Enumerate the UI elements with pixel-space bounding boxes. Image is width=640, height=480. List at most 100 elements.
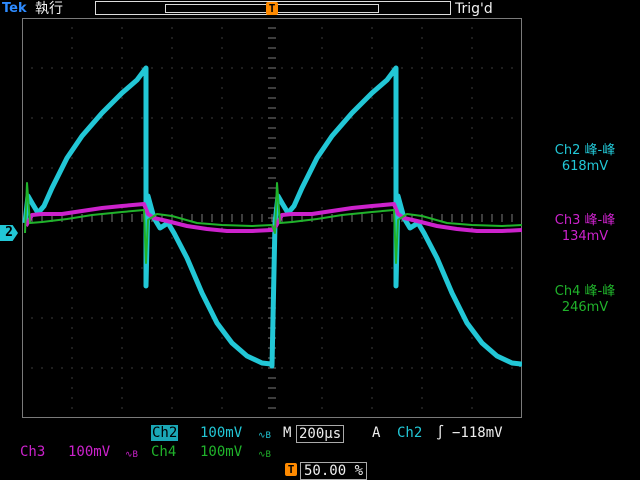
- grid-dot: [121, 227, 123, 229]
- grid-dot: [41, 267, 43, 269]
- grid-dot: [471, 337, 473, 339]
- grid-dot: [71, 207, 73, 209]
- ch4-scale[interactable]: 100mV: [200, 444, 242, 460]
- trigger-source[interactable]: Ch2: [397, 425, 422, 441]
- grid-dot: [351, 317, 353, 319]
- grid-dot: [341, 367, 343, 369]
- meas-ch2-label: 峰-峰: [584, 143, 616, 158]
- ch4-name[interactable]: Ch4: [151, 444, 176, 460]
- grid-dot: [141, 117, 143, 119]
- trigger-level[interactable]: −118mV: [452, 425, 503, 441]
- grid-dot: [421, 157, 423, 159]
- grid-dot: [441, 117, 443, 119]
- grid-dot: [421, 147, 423, 149]
- grid-dot: [41, 117, 43, 119]
- grid-dot: [171, 257, 173, 259]
- grid-dot: [401, 267, 403, 269]
- grid-dot: [41, 167, 43, 169]
- grid-dot: [381, 367, 383, 369]
- grid-dot: [321, 187, 323, 189]
- grid-dot: [371, 307, 373, 309]
- grid-dot: [321, 397, 323, 399]
- grid-dot: [511, 67, 513, 69]
- ch3-name[interactable]: Ch3: [20, 444, 45, 460]
- grid-dot: [221, 257, 223, 259]
- grid-dot: [171, 337, 173, 339]
- grid-dot: [221, 337, 223, 339]
- grid-dot: [371, 367, 373, 369]
- grid-dot: [221, 107, 223, 109]
- grid-dot: [121, 27, 123, 29]
- grid-dot: [101, 267, 103, 269]
- grid-dot: [71, 357, 73, 359]
- grid-dot: [221, 347, 223, 349]
- grid-dot: [221, 187, 223, 189]
- ch2-name[interactable]: Ch2: [151, 425, 179, 441]
- grid-dot: [421, 327, 423, 329]
- grid-dot: [461, 367, 463, 369]
- grid-dot: [321, 307, 323, 309]
- grid-dot: [41, 67, 43, 69]
- grid-dot: [321, 357, 323, 359]
- grid-dot: [261, 67, 263, 69]
- grid-dot: [71, 77, 73, 79]
- grid-dot: [211, 367, 213, 369]
- ch2-ground-marker[interactable]: 2: [0, 225, 18, 241]
- trigger-position[interactable]: 50.00 %: [300, 462, 368, 480]
- grid-dot: [471, 187, 473, 189]
- grid-dot: [341, 167, 343, 169]
- meas-ch2-value: 618mV: [561, 159, 609, 174]
- grid-dot: [321, 237, 323, 239]
- timebase-value[interactable]: 200µs: [296, 425, 345, 443]
- grid-dot: [321, 177, 323, 179]
- meas-ch3-label: 峰-峰: [584, 213, 616, 228]
- grid-dot: [221, 407, 223, 409]
- grid-dot: [471, 347, 473, 349]
- grid-dot: [311, 117, 313, 119]
- grid-dot: [121, 287, 123, 289]
- grid-dot: [191, 167, 193, 169]
- grid-dot: [321, 67, 323, 69]
- grid-dot: [421, 287, 423, 289]
- grid-dot: [101, 317, 103, 319]
- grid-dot: [181, 317, 183, 319]
- grid-dot: [171, 297, 173, 299]
- grid-dot: [51, 67, 53, 69]
- grid-dot: [471, 287, 473, 289]
- grid-dot: [221, 247, 223, 249]
- grid-dot: [421, 257, 423, 259]
- ch3-scale[interactable]: 100mV: [68, 444, 110, 460]
- measurement-ch3: Ch3 峰-峰 134mV: [530, 213, 640, 245]
- grid-dot: [391, 367, 393, 369]
- grid-dot: [171, 57, 173, 59]
- grid-dot: [141, 317, 143, 319]
- grid-dot: [431, 267, 433, 269]
- grid-dot: [71, 377, 73, 379]
- grid-dot: [431, 317, 433, 319]
- grid-dot: [71, 287, 73, 289]
- ch3-bandwidth-icon: ∿B: [125, 450, 138, 460]
- grid-dot: [371, 297, 373, 299]
- grid-dot: [171, 117, 173, 119]
- trigger-position-marker-top[interactable]: T: [266, 2, 278, 15]
- grid-dot: [151, 117, 153, 119]
- grid-dot: [421, 47, 423, 49]
- grid-dot: [71, 47, 73, 49]
- grid-dot: [231, 267, 233, 269]
- grid-dot: [501, 317, 503, 319]
- grid-dot: [61, 67, 63, 69]
- grid-dot: [171, 407, 173, 409]
- ch2-scale[interactable]: 100mV: [200, 425, 242, 441]
- grid-dot: [321, 117, 323, 119]
- grid-dot: [371, 247, 373, 249]
- grid-dot: [491, 167, 493, 169]
- grid-dot: [51, 117, 53, 119]
- grid-dot: [241, 117, 243, 119]
- grid-dot: [441, 67, 443, 69]
- grid-dot: [381, 317, 383, 319]
- grid-dot: [321, 407, 323, 409]
- grid-dot: [81, 67, 83, 69]
- grid-dot: [121, 297, 123, 299]
- grid-dot: [421, 317, 423, 319]
- grid-dot: [421, 247, 423, 249]
